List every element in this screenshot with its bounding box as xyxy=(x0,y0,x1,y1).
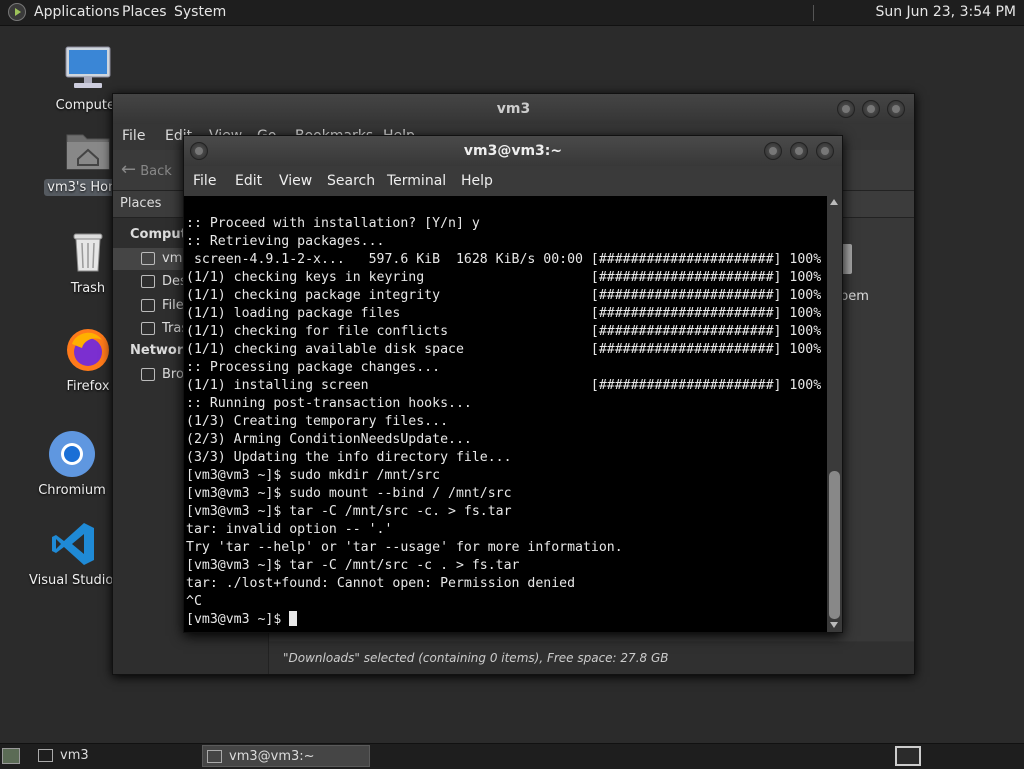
terminal-line: [vm3@vm3 ~]$ sudo mkdir /mnt/src xyxy=(186,468,441,483)
menu-search[interactable]: Search xyxy=(327,173,375,189)
folder-icon xyxy=(141,275,155,288)
terminal-line: (1/1) loading package files [###########… xyxy=(186,306,822,321)
status-text: "Downloads" selected (containing 0 items… xyxy=(283,651,669,665)
desktop-icon-label: Trash xyxy=(70,281,106,296)
window-title: vm3 xyxy=(496,101,531,117)
chromium-icon xyxy=(48,430,96,478)
taskbar-item-label: vm3 xyxy=(60,748,89,763)
scroll-down-arrow-icon[interactable] xyxy=(830,622,838,628)
terminal-line: :: Processing package changes... xyxy=(186,360,441,375)
terminal-line: :: Retrieving packages... xyxy=(186,234,385,249)
menu-edit[interactable]: Edit xyxy=(235,173,262,189)
window-title: vm3@vm3:~ xyxy=(463,143,563,159)
terminal-text: :: Proceed with installation? [Y/n] y:: … xyxy=(186,215,821,629)
menu-view[interactable]: View xyxy=(279,173,312,189)
terminal-cursor xyxy=(289,611,298,626)
desktop-icon-vscode[interactable]: Visual Studio Code xyxy=(26,520,151,589)
file-manager-titlebar[interactable]: vm3 xyxy=(113,94,914,124)
terminal-line: (1/1) checking package integrity [######… xyxy=(186,288,822,303)
minimize-button[interactable] xyxy=(837,100,855,118)
terminal-line: [vm3@vm3 ~]$ sudo mount --bind / /mnt/sr… xyxy=(186,486,512,501)
maximize-button[interactable] xyxy=(790,142,808,160)
scroll-up-arrow-icon[interactable] xyxy=(830,199,838,205)
file-item-label: pem xyxy=(840,289,869,304)
home-folder-icon xyxy=(64,127,112,175)
terminal-line: [vm3@vm3 ~]$ tar -C /mnt/src -c . > fs.t… xyxy=(186,558,520,573)
network-icon xyxy=(141,368,155,381)
vscode-icon xyxy=(50,520,98,568)
bottom-panel: vm3 vm3@vm3:~ xyxy=(0,743,1024,769)
close-button[interactable] xyxy=(816,142,834,160)
computer-icon xyxy=(64,45,112,93)
terminal-line: tar: invalid option -- '.' xyxy=(186,522,393,537)
trash-icon xyxy=(64,228,112,276)
terminal-output[interactable]: :: Proceed with installation? [Y/n] y:: … xyxy=(184,196,826,632)
firefox-icon xyxy=(64,326,112,374)
back-label: Back xyxy=(140,164,172,179)
terminal-prompt: [vm3@vm3 ~]$ xyxy=(186,612,290,627)
taskbar-item-label: vm3@vm3:~ xyxy=(229,749,315,764)
desktop-icon-label: Firefox xyxy=(66,379,110,394)
terminal-line: Try 'tar --help' or 'tar --usage' for mo… xyxy=(186,540,623,555)
system-menu[interactable]: System xyxy=(174,4,226,20)
scrollbar-thumb[interactable] xyxy=(829,471,840,619)
terminal-line: tar: ./lost+found: Cannot open: Permissi… xyxy=(186,576,576,591)
home-folder-icon xyxy=(141,252,155,265)
terminal-line: (2/3) Arming ConditionNeedsUpdate... xyxy=(186,432,472,447)
desktop-icon-chromium[interactable]: Chromium xyxy=(24,430,120,499)
drive-icon xyxy=(141,299,155,312)
taskbar-item-terminal[interactable]: vm3@vm3:~ xyxy=(202,745,370,767)
terminal-line: (1/1) checking keys in keyring [########… xyxy=(186,270,822,285)
terminal-line: [vm3@vm3 ~]$ tar -C /mnt/src -c. > fs.ta… xyxy=(186,504,512,519)
taskbar-item-file-manager[interactable]: vm3 xyxy=(34,745,199,767)
terminal-titlebar[interactable]: vm3@vm3:~ xyxy=(184,136,842,166)
terminal-icon xyxy=(207,750,222,763)
places-menu[interactable]: Places xyxy=(122,4,167,20)
terminal-prompt-line: [vm3@vm3 ~]$ xyxy=(186,611,821,629)
back-button[interactable]: ← Back xyxy=(121,159,172,180)
terminal-line: (1/3) Creating temporary files... xyxy=(186,414,449,429)
status-bar: "Downloads" selected (containing 0 items… xyxy=(269,642,914,674)
back-arrow-icon: ← xyxy=(121,159,137,180)
workspace-switcher[interactable] xyxy=(895,746,921,766)
distro-logo-icon[interactable] xyxy=(8,3,26,21)
maximize-button[interactable] xyxy=(862,100,880,118)
terminal-window: vm3@vm3:~ File Edit View Search Terminal… xyxy=(183,135,843,633)
applications-menu[interactable]: Applications xyxy=(34,4,120,20)
terminal-menubar: File Edit View Search Terminal Help xyxy=(184,166,842,196)
sidebar-header-label: Places xyxy=(120,196,162,211)
terminal-line: (1/1) installing screen [###############… xyxy=(186,378,822,393)
show-desktop-icon[interactable] xyxy=(2,748,20,764)
terminal-line: (1/1) checking for file conflicts [#####… xyxy=(186,324,822,339)
menu-file[interactable]: File xyxy=(122,128,145,144)
minimize-button[interactable] xyxy=(764,142,782,160)
close-button[interactable] xyxy=(887,100,905,118)
menu-help[interactable]: Help xyxy=(461,173,493,189)
terminal-line: ^C xyxy=(186,594,202,609)
menu-file[interactable]: File xyxy=(193,173,216,189)
terminal-line: (3/3) Updating the info directory file..… xyxy=(186,450,512,465)
terminal-scrollbar[interactable] xyxy=(827,196,842,632)
desktop-icon-label: Chromium xyxy=(38,483,106,498)
menu-terminal[interactable]: Terminal xyxy=(387,173,446,189)
top-panel: Applications Places System Sun Jun 23, 3… xyxy=(0,0,1024,26)
terminal-line: :: Running post-transaction hooks... xyxy=(186,396,472,411)
panel-separator xyxy=(813,5,814,21)
terminal-line: (1/1) checking available disk space [###… xyxy=(186,342,822,357)
terminal-line: :: Proceed with installation? [Y/n] y xyxy=(186,216,480,231)
trash-icon xyxy=(141,322,155,335)
terminal-line: screen-4.9.1-2-x... 597.6 KiB 1628 KiB/s… xyxy=(186,252,822,267)
home-folder-icon xyxy=(38,749,53,762)
clock[interactable]: Sun Jun 23, 3:54 PM xyxy=(875,4,1016,20)
